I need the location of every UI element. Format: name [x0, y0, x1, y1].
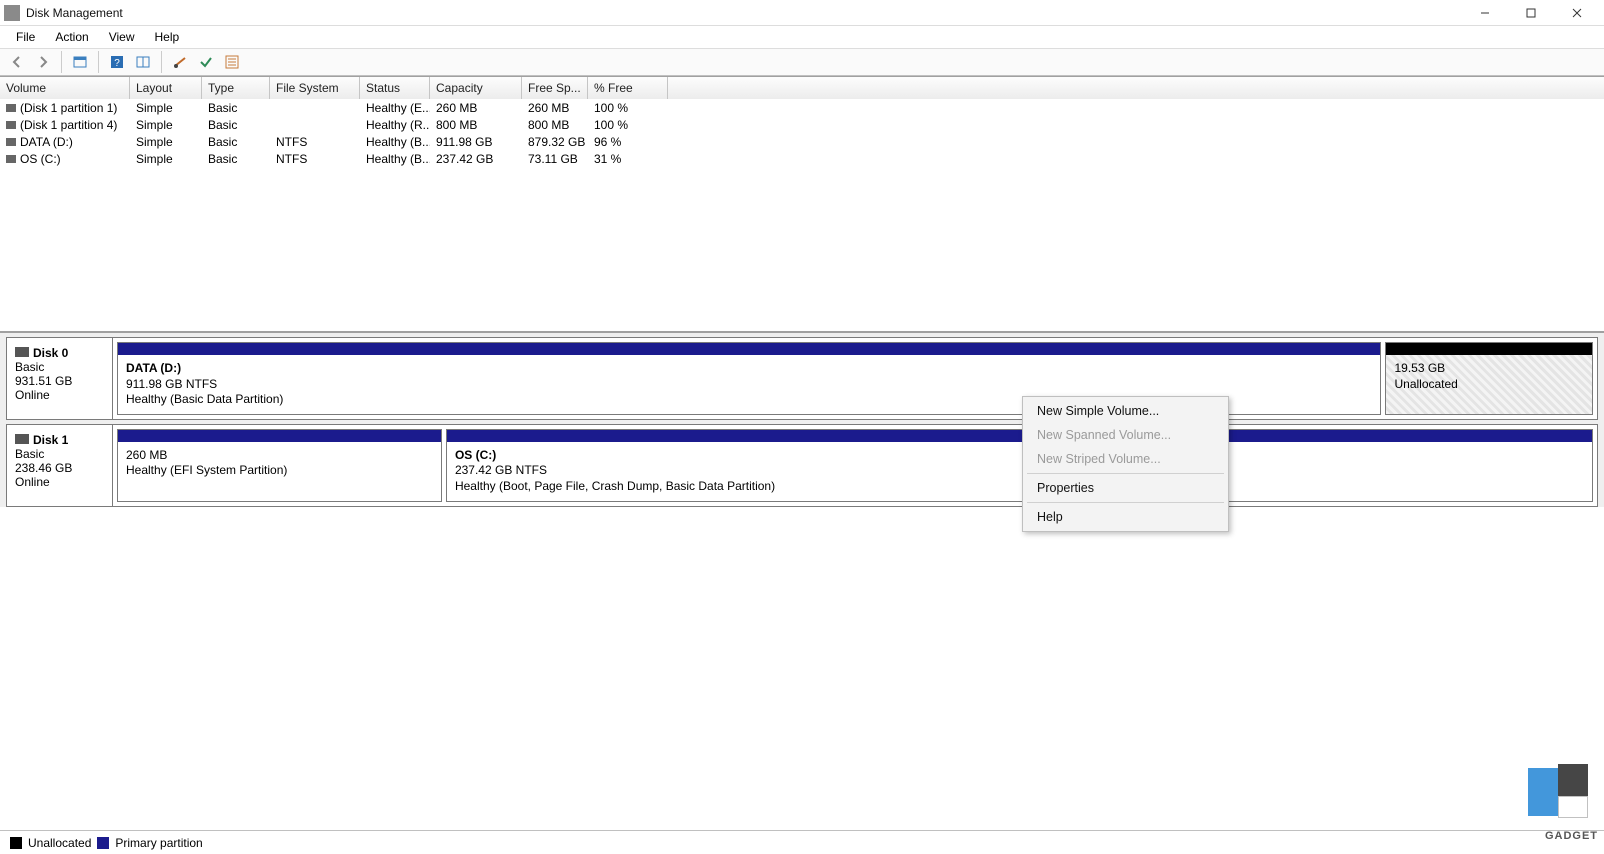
partition-unallocated[interactable]: 19.53 GBUnallocated [1385, 342, 1593, 415]
disk-graphical-pane: Disk 0Basic931.51 GBOnlineDATA (D:)911.9… [0, 332, 1604, 507]
toolbar: ? [0, 48, 1604, 76]
minimize-button[interactable] [1462, 0, 1508, 26]
watermark-logo: GADGET [1528, 764, 1598, 826]
ctx-new-striped-volume: New Striped Volume... [1023, 447, 1228, 471]
col-free[interactable]: Free Sp... [522, 77, 588, 99]
legend-swatch-primary [97, 837, 109, 849]
titlebar: Disk Management [0, 0, 1604, 26]
toolbar-check-icon[interactable] [195, 51, 217, 73]
col-filesystem[interactable]: File System [270, 77, 360, 99]
menubar: File Action View Help [0, 26, 1604, 48]
watermark-text: GADGET [1545, 830, 1598, 842]
close-button[interactable] [1554, 0, 1600, 26]
nav-forward-button[interactable] [32, 51, 54, 73]
toolbar-help-icon[interactable]: ? [106, 51, 128, 73]
maximize-button[interactable] [1508, 0, 1554, 26]
volume-row[interactable]: (Disk 1 partition 1)SimpleBasicHealthy (… [0, 99, 1604, 116]
disk-label[interactable]: Disk 1Basic238.46 GBOnline [7, 425, 113, 506]
app-icon [4, 5, 20, 21]
toolbar-action-icon[interactable] [169, 51, 191, 73]
menu-help[interactable]: Help [145, 28, 190, 46]
col-capacity[interactable]: Capacity [430, 77, 522, 99]
disk-row: Disk 0Basic931.51 GBOnlineDATA (D:)911.9… [6, 337, 1598, 420]
volume-row[interactable]: DATA (D:)SimpleBasicNTFSHealthy (B...911… [0, 133, 1604, 150]
col-volume[interactable]: Volume [0, 77, 130, 99]
volume-list-header: Volume Layout Type File System Status Ca… [0, 77, 1604, 99]
legend: Unallocated Primary partition [0, 830, 1604, 854]
legend-label-unallocated: Unallocated [28, 836, 91, 850]
legend-swatch-unallocated [10, 837, 22, 849]
toolbar-list-icon[interactable] [221, 51, 243, 73]
ctx-help[interactable]: Help [1023, 505, 1228, 529]
menu-file[interactable]: File [6, 28, 45, 46]
disk-label[interactable]: Disk 0Basic931.51 GBOnline [7, 338, 113, 419]
disk-row: Disk 1Basic238.46 GBOnline260 MBHealthy … [6, 424, 1598, 507]
partition-primary[interactable]: 260 MBHealthy (EFI System Partition) [117, 429, 442, 502]
menu-view[interactable]: View [99, 28, 145, 46]
svg-text:?: ? [114, 58, 120, 69]
col-status[interactable]: Status [360, 77, 430, 99]
volume-row[interactable]: (Disk 1 partition 4)SimpleBasicHealthy (… [0, 116, 1604, 133]
context-menu: New Simple Volume... New Spanned Volume.… [1022, 396, 1229, 532]
ctx-properties[interactable]: Properties [1023, 476, 1228, 500]
volume-row[interactable]: OS (C:)SimpleBasicNTFSHealthy (B...237.4… [0, 150, 1604, 167]
toolbar-panel-icon[interactable] [132, 51, 154, 73]
window-title: Disk Management [26, 6, 1462, 20]
toolbar-refresh-icon[interactable] [69, 51, 91, 73]
col-type[interactable]: Type [202, 77, 270, 99]
volume-list: Volume Layout Type File System Status Ca… [0, 76, 1604, 332]
col-layout[interactable]: Layout [130, 77, 202, 99]
nav-back-button[interactable] [6, 51, 28, 73]
ctx-new-spanned-volume: New Spanned Volume... [1023, 423, 1228, 447]
partition-primary[interactable]: OS (C:)237.42 GB NTFSHealthy (Boot, Page… [446, 429, 1593, 502]
menu-action[interactable]: Action [45, 28, 98, 46]
ctx-new-simple-volume[interactable]: New Simple Volume... [1023, 399, 1228, 423]
legend-label-primary: Primary partition [115, 836, 202, 850]
col-pctfree[interactable]: % Free [588, 77, 668, 99]
